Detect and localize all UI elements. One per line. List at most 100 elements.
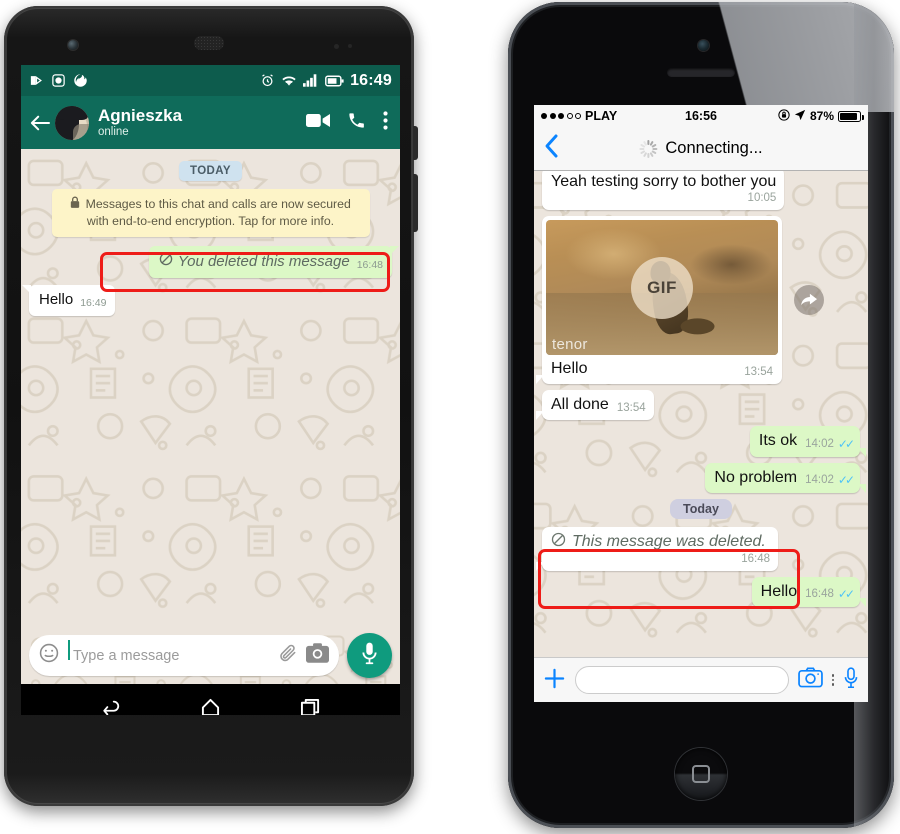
back-chevron-icon[interactable] <box>544 133 570 164</box>
message-input[interactable] <box>575 666 789 694</box>
voice-record-button[interactable] <box>347 633 392 678</box>
message-row[interactable]: No problem 14:02 ✓✓ <box>542 462 866 493</box>
iphone-front-camera-icon <box>698 40 709 51</box>
message-row[interactable]: You deleted this message 16:48 <box>29 246 400 278</box>
message-row[interactable]: All done 13:54 <box>536 390 860 421</box>
message-row[interactable]: Hello 16:49 <box>21 284 392 316</box>
carrier-name: PLAY <box>585 109 618 123</box>
android-chat-area[interactable]: TODAY Messages to this chat and calls ar… <box>21 149 400 627</box>
day-divider: TODAY <box>179 161 242 181</box>
message-time: 10:05 <box>747 192 777 205</box>
android-navigation-bar <box>21 684 400 715</box>
gif-watermark: tenor <box>552 336 588 354</box>
read-receipt-icon: ✓✓ <box>837 587 855 602</box>
read-receipt-icon: ✓✓ <box>837 472 855 487</box>
home-button-icon[interactable] <box>675 748 727 800</box>
message-text: Yeah testing sorry to bother you <box>551 173 777 190</box>
message-text: This message was deleted. <box>551 532 770 553</box>
camera-icon[interactable] <box>306 643 329 668</box>
message-row[interactable]: GIF tenor Hello 13:54 <box>536 216 860 385</box>
forward-arrow-icon[interactable] <box>794 285 824 316</box>
more-vertical-icon[interactable] <box>831 674 834 686</box>
message-text: Hello <box>39 290 74 308</box>
message-row[interactable]: This message was deleted. 16:48 <box>536 526 860 572</box>
android-proximity-sensor <box>334 44 339 49</box>
message-time: 14:02 <box>805 437 834 450</box>
loading-spinner-icon <box>639 139 658 158</box>
iphone-nav-title-group: Connecting... <box>639 139 763 158</box>
blocked-icon <box>159 252 173 272</box>
message-text: No problem <box>714 468 798 486</box>
iphone-earpiece-speaker <box>667 68 735 77</box>
message-bubble[interactable]: Hello 16:48 ✓✓ <box>751 576 867 608</box>
message-bubble-gif[interactable]: GIF tenor Hello 13:54 <box>536 216 782 385</box>
plus-icon[interactable] <box>543 667 566 693</box>
contact-presence: online <box>98 125 129 138</box>
paperclip-icon[interactable] <box>278 643 298 668</box>
message-input[interactable]: Type a message <box>68 639 270 664</box>
gif-badge: GIF <box>631 256 693 319</box>
message-row[interactable]: Its ok 14:02 ✓✓ <box>542 426 867 457</box>
message-time: 16:48 <box>356 258 383 271</box>
android-front-camera-icon <box>68 40 78 50</box>
iphone-device: PLAY 16:56 87% Connecting... Yeah testin… <box>508 2 894 828</box>
phone-icon[interactable] <box>347 111 366 135</box>
camera-outline-icon[interactable] <box>797 667 823 693</box>
message-input-placeholder: Type a message <box>73 647 180 664</box>
microphone-icon <box>361 642 378 670</box>
firefox-icon <box>73 73 88 88</box>
android-earpiece-speaker <box>194 36 224 50</box>
nav-recents-icon[interactable] <box>300 698 321 715</box>
message-bubble[interactable]: Hello 16:49 <box>21 284 116 316</box>
avatar[interactable] <box>55 105 89 140</box>
message-time: 16:48 <box>805 588 834 601</box>
gif-preview[interactable]: GIF tenor <box>546 220 778 356</box>
android-power-button[interactable] <box>413 126 418 160</box>
battery-icon <box>838 110 864 122</box>
back-arrow-icon[interactable] <box>27 110 53 136</box>
read-receipt-icon: ✓✓ <box>837 436 855 451</box>
android-status-bar: 16:49 <box>21 65 400 96</box>
android-contact-title[interactable]: Agnieszka online <box>98 106 182 140</box>
iphone-status-bar: PLAY 16:56 87% <box>534 105 868 127</box>
video-camera-icon[interactable] <box>306 112 330 134</box>
android-status-clock: 16:49 <box>350 71 392 89</box>
message-text: All done <box>551 396 609 414</box>
day-divider: Today <box>670 498 732 519</box>
android-volume-button[interactable] <box>413 174 418 232</box>
message-bubble[interactable]: Its ok 14:02 ✓✓ <box>749 426 867 457</box>
gif-caption: Hello <box>551 360 588 378</box>
message-time: 14:02 <box>805 473 834 486</box>
message-bubble[interactable]: Yeah testing sorry to bother you 10:05 <box>542 171 785 211</box>
message-bubble-deleted[interactable]: This message was deleted. 16:48 <box>536 526 778 572</box>
battery-icon <box>325 75 344 87</box>
iphone-nav-bar: Connecting... <box>534 127 868 171</box>
rotation-lock-icon <box>778 108 790 124</box>
wifi-icon <box>281 74 297 88</box>
nav-home-icon[interactable] <box>200 698 221 715</box>
signal-dots-icon <box>541 113 581 119</box>
message-bubble[interactable]: No problem 14:02 ✓✓ <box>705 462 866 493</box>
more-vertical-icon[interactable] <box>383 110 388 135</box>
iphone-chat-area[interactable]: Yeah testing sorry to bother you 10:05 G… <box>534 171 868 657</box>
sim-card-icon <box>29 73 44 88</box>
encryption-notice[interactable]: Messages to this chat and calls are now … <box>51 189 370 238</box>
iphone-nav-title: Connecting... <box>665 139 763 157</box>
message-row[interactable]: Hello 16:48 ✓✓ <box>542 576 867 608</box>
microphone-icon[interactable] <box>843 666 859 694</box>
emoji-smiley-icon[interactable] <box>38 642 60 669</box>
message-row[interactable]: Yeah testing sorry to bother you 10:05 <box>542 171 860 211</box>
iphone-status-clock: 16:56 <box>685 109 717 123</box>
android-input-bar: Type a message <box>21 627 400 684</box>
message-bubble-deleted[interactable]: You deleted this message 16:48 <box>148 246 400 278</box>
search-input-container[interactable]: Type a message <box>29 635 339 676</box>
nav-back-icon[interactable] <box>100 698 122 716</box>
android-device: 16:49 Agnieszka online TODAY Messages to… <box>4 6 418 806</box>
iphone-screen: PLAY 16:56 87% Connecting... Yeah testin… <box>534 105 868 702</box>
android-app-bar: Agnieszka online <box>21 96 400 149</box>
message-bubble[interactable]: All done 13:54 <box>536 390 654 421</box>
android-light-sensor <box>348 44 352 48</box>
encryption-notice-text: Messages to this chat and calls are now … <box>85 197 351 228</box>
message-time: 16:48 <box>741 552 770 565</box>
blocked-icon <box>551 532 566 553</box>
